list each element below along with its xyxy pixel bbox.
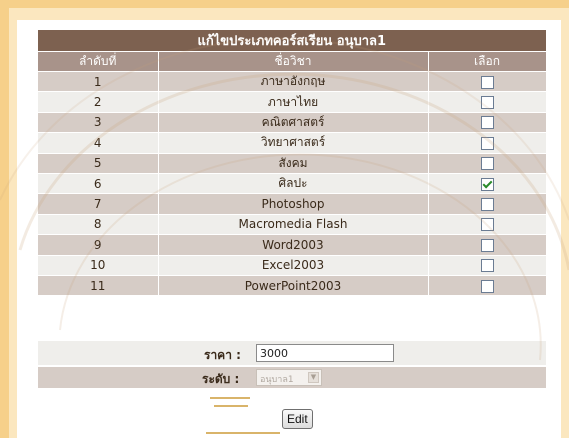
row-subject: สังคม <box>158 153 429 174</box>
table-row: 4 วิทยาศาสตร์ <box>38 132 547 154</box>
table-row: 3 คณิตศาสตร์ <box>38 112 547 134</box>
select-checkbox[interactable] <box>480 259 494 273</box>
row-select-cell <box>428 91 547 113</box>
row-select-cell <box>428 193 547 215</box>
row-select-cell <box>428 132 547 154</box>
select-checkbox[interactable] <box>480 177 494 191</box>
row-select-cell <box>428 214 547 236</box>
row-subject: Macromedia Flash <box>158 214 429 236</box>
row-number: 7 <box>38 193 159 215</box>
row-select-cell <box>428 173 547 195</box>
course-edit-form: ราคา : ระดับ : อนุบาล1 ▼ Edit <box>38 333 546 438</box>
row-subject: ศิลปะ <box>158 173 429 195</box>
row-number: 2 <box>38 91 159 113</box>
row-number: 5 <box>38 153 159 174</box>
course-table: แก้ไขประเภทคอร์สเรียน อนุบาล1 ลำดับที่ ช… <box>38 30 547 297</box>
row-number: 11 <box>38 275 159 297</box>
edit-button[interactable]: Edit <box>282 409 313 429</box>
column-header-subject: ชื่อวิชา <box>158 51 429 72</box>
row-number: 9 <box>38 234 159 256</box>
table-row: 6 ศิลปะ <box>38 173 547 195</box>
select-checkbox[interactable] <box>480 96 494 110</box>
row-number: 8 <box>38 214 159 236</box>
chevron-down-icon: ▼ <box>308 372 319 383</box>
table-row: 1 ภาษาอังกฤษ <box>38 71 547 93</box>
level-label: ระดับ : <box>202 372 240 386</box>
row-number: 3 <box>38 112 159 134</box>
row-select-cell <box>428 234 547 256</box>
table-title: แก้ไขประเภทคอร์สเรียน อนุบาล1 <box>38 30 547 52</box>
decorative-line <box>214 405 248 407</box>
row-subject: วิทยาศาสตร์ <box>158 132 429 154</box>
column-header-number: ลำดับที่ <box>38 51 159 72</box>
table-row: 9 Word2003 <box>38 234 547 256</box>
level-select-value: อนุบาล1 <box>260 375 294 385</box>
row-subject: คณิตศาสตร์ <box>158 112 429 134</box>
select-checkbox[interactable] <box>480 279 494 293</box>
select-checkbox[interactable] <box>480 198 494 212</box>
level-select[interactable]: อนุบาล1 ▼ <box>256 369 322 386</box>
row-number: 1 <box>38 71 159 93</box>
table-row: 5 สังคม <box>38 153 547 174</box>
column-header-select: เลือก <box>428 51 547 72</box>
select-checkbox[interactable] <box>480 75 494 89</box>
row-subject: Photoshop <box>158 193 429 215</box>
table-row: 2 ภาษาไทย <box>38 91 547 113</box>
row-subject: Excel2003 <box>158 255 429 276</box>
row-select-cell <box>428 153 547 174</box>
row-subject: ภาษาไทย <box>158 91 429 113</box>
price-label: ราคา : <box>204 348 241 362</box>
row-number: 10 <box>38 255 159 276</box>
row-select-cell <box>428 71 547 93</box>
row-subject: Word2003 <box>158 234 429 256</box>
price-row: ราคา : <box>38 341 546 365</box>
level-row: ระดับ : อนุบาล1 ▼ <box>38 367 546 388</box>
price-input[interactable] <box>256 344 394 362</box>
select-checkbox[interactable] <box>480 136 494 150</box>
select-checkbox[interactable] <box>480 238 494 252</box>
row-select-cell <box>428 255 547 276</box>
table-row: 7 Photoshop <box>38 193 547 215</box>
row-subject: ภาษาอังกฤษ <box>158 71 429 93</box>
decorative-line <box>210 397 250 399</box>
row-number: 6 <box>38 173 159 195</box>
row-subject: PowerPoint2003 <box>158 275 429 297</box>
row-select-cell <box>428 275 547 297</box>
course-list: 1 ภาษาอังกฤษ 2 ภาษาไทย 3 คณิตศาสตร์ 4 วิทยาศาสต… <box>38 71 547 297</box>
table-row: 11 PowerPoint2003 <box>38 275 547 297</box>
select-checkbox[interactable] <box>480 116 494 130</box>
select-checkbox[interactable] <box>480 157 494 171</box>
table-row: 10 Excel2003 <box>38 255 547 276</box>
row-select-cell <box>428 112 547 134</box>
select-checkbox[interactable] <box>480 218 494 232</box>
row-number: 4 <box>38 132 159 154</box>
table-row: 8 Macromedia Flash <box>38 214 547 236</box>
decorative-line <box>206 432 280 434</box>
